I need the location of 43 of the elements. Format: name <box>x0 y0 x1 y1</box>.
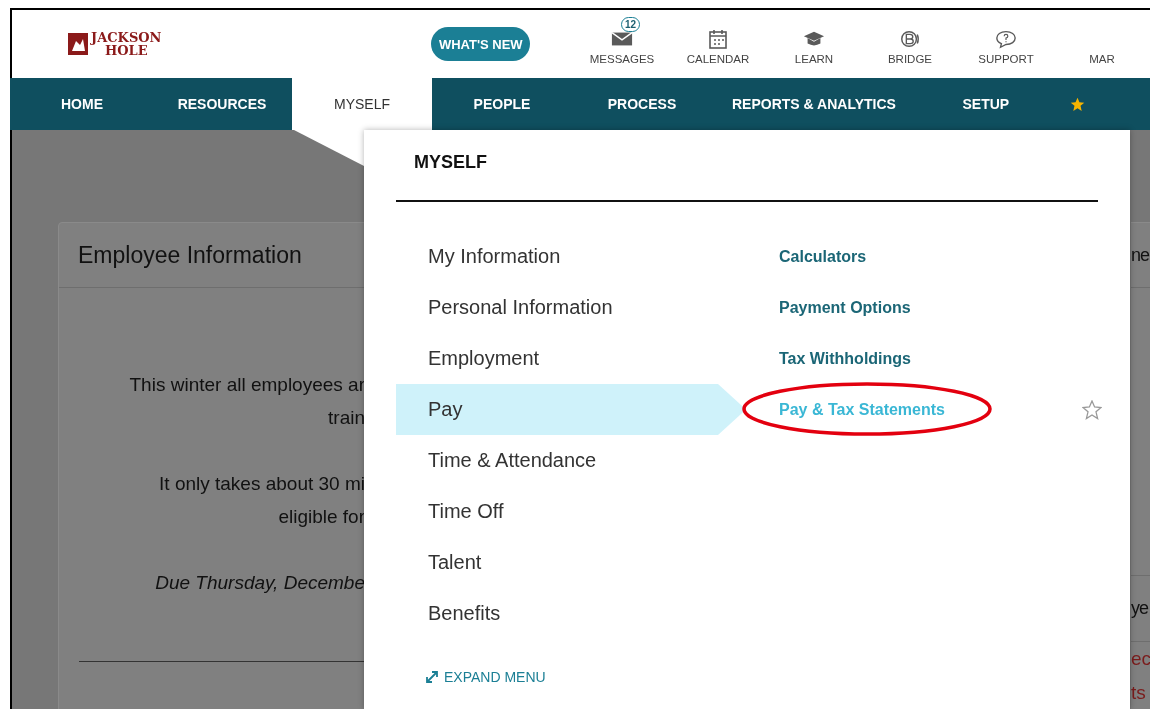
card-title: Employee Information <box>78 241 302 269</box>
toolbar-label[interactable]: MESSAGES <box>589 53 655 65</box>
whats-new-button[interactable]: WHAT'S NEW <box>431 27 530 61</box>
bridge-icon[interactable] <box>899 29 921 49</box>
menu-title: MYSELF <box>414 152 488 173</box>
menu-section-item[interactable]: Pay <box>396 384 746 435</box>
star-icon[interactable] <box>1069 96 1085 112</box>
menu-section-item[interactable]: Time Off <box>396 486 726 537</box>
card-text: It only takes about 30 mi eligible for <box>159 472 365 529</box>
menu-section-item[interactable]: Benefits <box>396 588 726 639</box>
toolbar-label[interactable]: MAR <box>1089 53 1115 65</box>
logo-text: HOLE <box>105 44 148 57</box>
card-title: ye <box>1131 598 1148 619</box>
speech-bubble-icon[interactable] <box>995 29 1017 49</box>
nav-tab[interactable]: PROCESS <box>572 78 712 130</box>
nav-tab[interactable]: MYSELF <box>292 78 432 130</box>
message-count-badge: 12 <box>621 17 641 32</box>
logo-text: JACKSON <box>91 31 162 44</box>
toolbar-label[interactable]: CALENDAR <box>686 53 750 65</box>
nav-tab[interactable]: HOME <box>12 78 152 130</box>
menu-link[interactable]: Calculators <box>779 247 867 266</box>
expand-menu-link[interactable]: EXPAND MENU <box>426 669 546 685</box>
toolbar-label[interactable]: LEARN <box>794 53 834 65</box>
calendar-icon[interactable] <box>707 29 729 49</box>
menu-section-item[interactable]: Personal Information <box>396 282 726 333</box>
toolbar-label[interactable]: BRIDGE <box>887 53 933 65</box>
menu-section-item[interactable]: Employment <box>396 333 726 384</box>
menu-section-item[interactable]: Time & Attendance <box>396 435 726 486</box>
nav-tab[interactable]: SETUP <box>915 78 1056 130</box>
menu-section-item[interactable]: Talent <box>396 537 726 588</box>
nav-tab[interactable]: PEOPLE <box>432 78 572 130</box>
logo-icon <box>68 33 88 55</box>
expand-icon <box>426 671 438 683</box>
nav-tab[interactable]: RESOURCES <box>152 78 292 130</box>
star-icon[interactable] <box>1082 399 1102 420</box>
card-text: Due Thursday, Decembe <box>155 571 365 595</box>
menu-link[interactable]: Payment Options <box>779 298 911 317</box>
card-text: This winter all employees ar train <box>129 373 365 430</box>
menu-section-item[interactable]: My Information <box>396 231 726 282</box>
card-title: ne <box>1131 244 1150 266</box>
menu-link[interactable]: Tax Withholdings <box>779 349 911 368</box>
nav-tab[interactable]: REPORTS & ANALYTICS <box>712 78 916 130</box>
toolbar-label[interactable]: SUPPORT <box>978 53 1034 65</box>
